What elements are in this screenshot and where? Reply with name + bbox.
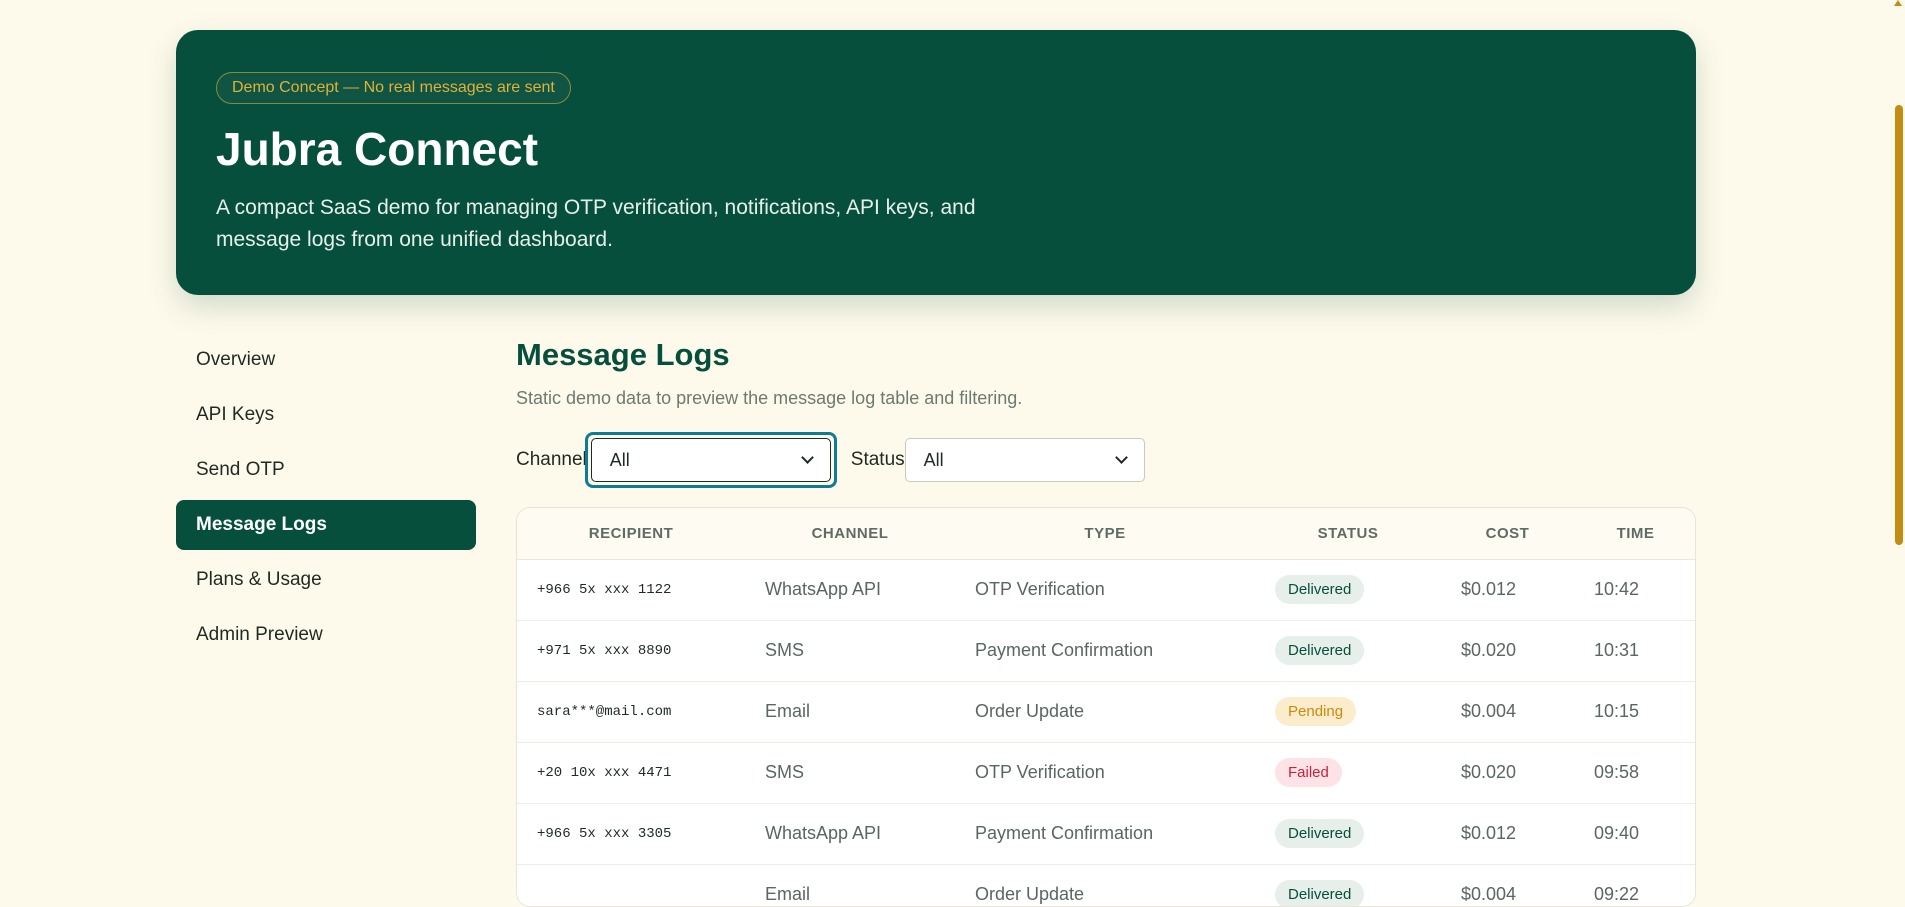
cell-time: 10:15 — [1574, 681, 1695, 743]
channel-select[interactable]: All — [590, 438, 831, 482]
chevron-down-icon — [800, 451, 814, 464]
sidebar-item-overview[interactable]: Overview — [176, 335, 476, 385]
table-row[interactable]: +966 5x xxx 1122 WhatsApp API OTP Verifi… — [517, 559, 1695, 621]
cell-cost: $0.004 — [1441, 864, 1574, 906]
status-badge: Pending — [1275, 697, 1357, 726]
sidebar-item-plans-usage[interactable]: Plans & Usage — [176, 555, 476, 605]
column-header-cost[interactable]: COST — [1441, 508, 1574, 560]
cell-recipient: +966 5x xxx 3305 — [517, 803, 745, 865]
cell-status: Delivered — [1255, 559, 1441, 621]
status-badge: Delivered — [1275, 819, 1365, 848]
cell-status: Pending — [1255, 681, 1441, 743]
cell-channel: Email — [745, 681, 955, 743]
channel-select-value: All — [609, 449, 630, 470]
demo-badge: Demo Concept — No real messages are sent — [216, 72, 571, 104]
table-header-row: RECIPIENT CHANNEL TYPE STATUS COST TIME — [517, 508, 1695, 560]
message-log-table: RECIPIENT CHANNEL TYPE STATUS COST TIME … — [517, 508, 1695, 906]
sidebar-nav: Overview API Keys Send OTP Message Logs … — [176, 335, 476, 665]
cell-status: Failed — [1255, 742, 1441, 804]
cell-status: Delivered — [1255, 864, 1441, 906]
cell-type: OTP Verification — [955, 559, 1255, 621]
cell-recipient: +20 10x xxx 4471 — [517, 742, 745, 804]
channel-select-focus-ring: All — [584, 432, 837, 488]
page-subtitle: Static demo data to preview the message … — [516, 388, 1023, 408]
scroll-up-arrow-icon[interactable] — [1894, 0, 1902, 6]
table-row[interactable]: sara***@mail.com Email Order Update Pend… — [517, 681, 1695, 743]
cell-recipient — [517, 864, 745, 906]
hero-banner: Demo Concept — No real messages are sent… — [176, 30, 1696, 295]
cell-channel: WhatsApp API — [745, 803, 955, 865]
cell-channel: SMS — [745, 742, 955, 804]
page-scrollbar[interactable] — [1891, 0, 1905, 905]
cell-type: OTP Verification — [955, 742, 1255, 804]
status-select-value: All — [923, 449, 944, 470]
column-header-channel[interactable]: CHANNEL — [745, 508, 955, 560]
cell-recipient: +966 5x xxx 1122 — [517, 559, 745, 621]
cell-type: Payment Confirmation — [955, 620, 1255, 682]
cell-type: Order Update — [955, 864, 1255, 906]
cell-status: Delivered — [1255, 620, 1441, 682]
status-select-wrap: All — [904, 438, 1145, 482]
cell-status: Delivered — [1255, 803, 1441, 865]
column-header-recipient[interactable]: RECIPIENT — [517, 508, 745, 560]
sidebar-item-api-keys[interactable]: API Keys — [176, 390, 476, 440]
cell-time: 09:22 — [1574, 864, 1695, 906]
column-header-time[interactable]: TIME — [1574, 508, 1695, 560]
cell-cost: $0.004 — [1441, 681, 1574, 743]
column-header-type[interactable]: TYPE — [955, 508, 1255, 560]
cell-time: 10:31 — [1574, 620, 1695, 682]
app-description: A compact SaaS demo for managing OTP ver… — [216, 196, 976, 251]
cell-recipient: +971 5x xxx 8890 — [517, 620, 745, 682]
chevron-down-icon — [1114, 451, 1128, 464]
message-log-table-card: RECIPIENT CHANNEL TYPE STATUS COST TIME … — [516, 507, 1696, 907]
sidebar-item-message-logs[interactable]: Message Logs — [176, 500, 476, 550]
cell-cost: $0.012 — [1441, 559, 1574, 621]
status-filter-label: Status — [850, 449, 905, 470]
cell-time: 09:58 — [1574, 742, 1695, 804]
main-content: Message Logs Static demo data to preview… — [516, 335, 1696, 907]
cell-type: Payment Confirmation — [955, 803, 1255, 865]
cell-recipient: sara***@mail.com — [517, 681, 745, 743]
channel-filter-label: Channel — [516, 449, 587, 470]
column-header-status[interactable]: STATUS — [1255, 508, 1441, 560]
cell-time: 10:42 — [1574, 559, 1695, 621]
app-title: Jubra Connect — [216, 123, 539, 175]
status-badge: Delivered — [1275, 575, 1365, 604]
table-row[interactable]: Email Order Update Delivered $0.004 09:2… — [517, 864, 1695, 906]
cell-cost: $0.012 — [1441, 803, 1574, 865]
filter-bar: Channel All Status All — [516, 432, 1696, 488]
status-select[interactable]: All — [904, 438, 1145, 482]
cell-channel: SMS — [745, 620, 955, 682]
sidebar-item-send-otp[interactable]: Send OTP — [176, 445, 476, 495]
cell-channel: Email — [745, 864, 955, 906]
table-row[interactable]: +20 10x xxx 4471 SMS OTP Verification Fa… — [517, 742, 1695, 804]
status-badge: Delivered — [1275, 636, 1365, 665]
cell-channel: WhatsApp API — [745, 559, 955, 621]
page-title: Message Logs — [516, 337, 730, 372]
table-row[interactable]: +966 5x xxx 3305 WhatsApp API Payment Co… — [517, 803, 1695, 865]
table-row[interactable]: +971 5x xxx 8890 SMS Payment Confirmatio… — [517, 620, 1695, 682]
cell-type: Order Update — [955, 681, 1255, 743]
scrollbar-thumb[interactable] — [1895, 105, 1903, 545]
sidebar-item-admin-preview[interactable]: Admin Preview — [176, 610, 476, 660]
cell-cost: $0.020 — [1441, 620, 1574, 682]
cell-cost: $0.020 — [1441, 742, 1574, 804]
cell-time: 09:40 — [1574, 803, 1695, 865]
status-badge: Failed — [1275, 758, 1342, 787]
status-badge: Delivered — [1275, 880, 1365, 906]
